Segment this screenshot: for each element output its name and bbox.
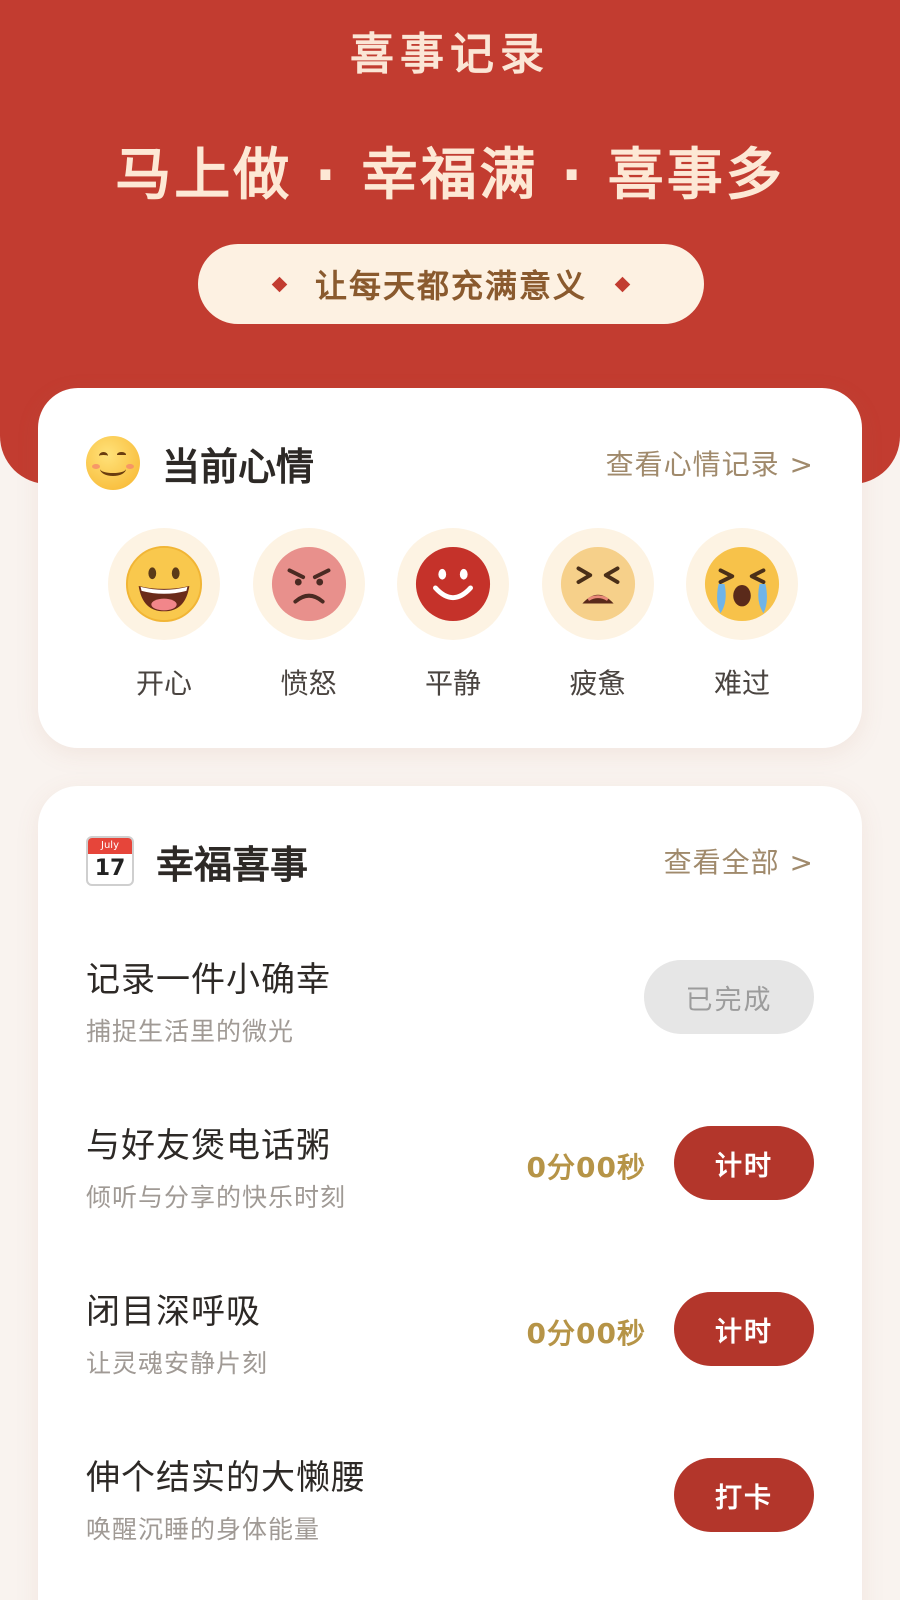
task-subtitle: 倾听与分享的快乐时刻 <box>86 1183 347 1212</box>
tagline-pill: 让每天都充满意义 <box>198 244 704 324</box>
mood-halo <box>108 528 220 640</box>
timer-button[interactable]: 计时 <box>674 1292 814 1366</box>
mood-label: 难过 <box>713 667 770 700</box>
mood-option-angry[interactable]: 愤怒 <box>252 528 365 708</box>
mood-card: 当前心情 查看心情记录 > 开心 愤怒 平静 疲惫 难过 <box>38 388 862 748</box>
mood-selector: 开心 愤怒 平静 疲惫 难过 <box>108 528 798 708</box>
crying-face-icon <box>704 546 780 622</box>
calm-face-icon <box>415 546 491 622</box>
mood-option-calm[interactable]: 平静 <box>397 528 509 708</box>
check-in-button[interactable]: 打卡 <box>674 1458 814 1532</box>
task-subtitle: 捕捉生活里的微光 <box>86 1017 295 1046</box>
view-mood-history-link[interactable]: 查看心情记录 > <box>606 443 814 483</box>
mood-label: 愤怒 <box>280 667 337 700</box>
mood-option-tired[interactable]: 疲惫 <box>541 528 654 708</box>
timer-button[interactable]: 计时 <box>674 1126 814 1200</box>
mood-card-title: 当前心情 <box>162 444 315 489</box>
task-title: 记录一件小确幸 <box>86 960 331 1000</box>
angry-face-icon <box>271 546 346 622</box>
mood-label: 平静 <box>424 667 481 700</box>
app-title: 喜事记录 <box>350 29 550 80</box>
task-item: 记录一件小确幸 捕捉生活里的微光 已完成 <box>86 952 814 1052</box>
task-subtitle: 让灵魂安静片刻 <box>86 1349 269 1378</box>
task-item: 闭目深呼吸 让灵魂安静片刻 0分00秒 计时 <box>86 1284 814 1384</box>
task-subtitle: 唤醒沉睡的身体能量 <box>86 1515 321 1544</box>
mood-halo <box>686 528 798 640</box>
slogan: 马上做 · 幸福满 · 喜事多 <box>115 143 785 208</box>
diamond-icon <box>271 276 288 292</box>
view-all-link[interactable]: 查看全部 > <box>664 841 814 881</box>
task-title: 与好友煲电话粥 <box>86 1126 331 1166</box>
events-card-title: 幸福喜事 <box>156 842 309 887</box>
events-card-header: July 17 幸福喜事 查看全部 > <box>86 826 814 896</box>
calendar-day: 17 <box>94 856 126 881</box>
tagline-text: 让每天都充满意义 <box>314 267 587 305</box>
mood-halo <box>252 528 365 640</box>
mood-option-sad[interactable]: 难过 <box>686 528 798 708</box>
mood-halo <box>397 528 509 640</box>
completed-button[interactable]: 已完成 <box>644 960 814 1034</box>
task-timer: 0分00秒 <box>526 1317 646 1350</box>
happy-face-icon <box>125 545 203 623</box>
tired-face-icon <box>560 546 635 622</box>
app-screen: 喜事记录 马上做 · 幸福满 · 喜事多 让每天都充满意义 当前心情 查看心情记… <box>0 0 900 1600</box>
happy-events-card: July 17 幸福喜事 查看全部 > 记录一件小确幸 捕捉生活里的微光 已完成… <box>38 786 862 1600</box>
mood-label: 开心 <box>135 667 192 700</box>
task-title: 闭目深呼吸 <box>86 1292 261 1332</box>
task-item: 与好友煲电话粥 倾听与分享的快乐时刻 0分00秒 计时 <box>86 1118 814 1218</box>
smiling-face-icon <box>86 436 140 490</box>
task-item: 伸个结实的大懒腰 唤醒沉睡的身体能量 打卡 <box>86 1450 814 1550</box>
mood-card-header: 当前心情 查看心情记录 > <box>86 428 814 498</box>
mood-halo <box>541 528 654 640</box>
task-timer: 0分00秒 <box>526 1151 646 1184</box>
mood-label: 疲惫 <box>569 667 626 700</box>
task-title: 伸个结实的大懒腰 <box>86 1458 366 1498</box>
mood-option-happy[interactable]: 开心 <box>108 528 220 708</box>
diamond-icon <box>614 276 631 292</box>
calendar-month: July <box>88 838 132 854</box>
calendar-icon: July 17 <box>86 836 134 886</box>
